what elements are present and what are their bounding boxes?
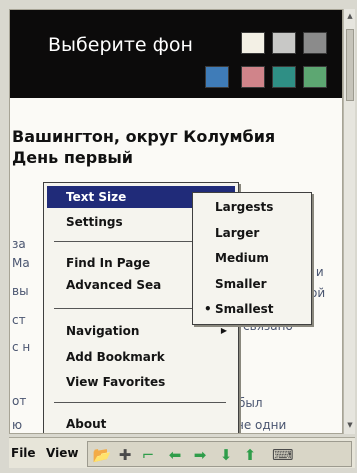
body-fragment: ой <box>310 286 326 300</box>
bottom-menubar: File View 📂 ✚ ⌐ ⬅ ➡ ⬇ ⬆ ⌨ <box>9 437 355 468</box>
plus-icon[interactable]: ✚ <box>115 445 135 465</box>
submenu-item-largest[interactable]: Largests <box>197 195 307 219</box>
body-fragment: вы <box>12 284 29 298</box>
body-fragment: ст <box>12 313 26 327</box>
menu-item-view-favorites[interactable]: View Favorites <box>47 371 235 393</box>
background-chooser: Выберите фон <box>10 10 342 98</box>
chooser-title: Выберите фон <box>48 34 193 56</box>
pda-screen: Выберите фон Вашингтон, округ Колумбия Д… <box>9 9 343 434</box>
swatch-3[interactable] <box>303 32 327 54</box>
scroll-up-icon[interactable]: ▲ <box>345 11 355 21</box>
submenu-item-label: Smaller <box>215 277 267 291</box>
menu-item-label: Add Bookmark <box>66 350 165 364</box>
swatch-6[interactable] <box>272 66 296 88</box>
menu-item-label: Settings <box>66 215 123 229</box>
menu-item-label: Navigation <box>66 324 140 338</box>
text-size-submenu: Largests Larger Medium Smaller • Smalles… <box>192 192 312 325</box>
menu-item-about[interactable]: About <box>47 413 235 433</box>
body-fragment: был <box>238 396 263 410</box>
folder-icon[interactable]: 📂 <box>92 445 112 465</box>
up-arrow-icon[interactable]: ⬆ <box>240 445 260 465</box>
body-fragment: ю <box>12 418 23 432</box>
menu-item-label: Advanced Sea <box>66 278 162 292</box>
headline-line-2: День первый <box>12 148 134 167</box>
swatch-2[interactable] <box>272 32 296 54</box>
article: Вашингтон, округ Колумбия День первый <box>12 126 342 168</box>
menu-item-add-bookmark[interactable]: Add Bookmark <box>47 346 235 368</box>
menu-divider <box>54 402 226 403</box>
view-menu-button[interactable]: View <box>46 446 78 460</box>
menu-item-label: Text Size <box>66 190 127 204</box>
menu-item-label: About <box>66 417 107 431</box>
submenu-item-label: Medium <box>215 251 269 265</box>
scroll-thumb[interactable] <box>346 29 354 101</box>
right-arrow-icon[interactable]: ➡ <box>190 445 210 465</box>
menu-item-label: View Favorites <box>66 375 166 389</box>
body-fragment: от <box>12 394 27 408</box>
submenu-item-smaller[interactable]: Smaller <box>197 272 307 296</box>
body-fragment: Ма <box>12 256 30 270</box>
swatch-5[interactable] <box>241 66 265 88</box>
swatch-7[interactable] <box>303 66 327 88</box>
left-arrow-icon[interactable]: ⬅ <box>165 445 185 465</box>
scroll-down-icon[interactable]: ▼ <box>345 420 355 430</box>
submenu-item-label: Smallest <box>215 302 274 316</box>
vertical-scrollbar[interactable]: ▲ ▼ <box>343 9 355 434</box>
submenu-item-smallest[interactable]: • Smallest <box>197 297 307 321</box>
submenu-item-label: Largests <box>215 200 274 214</box>
submenu-item-larger[interactable]: Larger <box>197 221 307 245</box>
headline-line-1: Вашингтон, округ Колумбия <box>12 127 276 146</box>
file-menu[interactable]: File <box>11 446 36 460</box>
down-arrow-icon[interactable]: ⬇ <box>216 445 236 465</box>
selected-bullet-icon: • <box>204 302 212 316</box>
phone-icon[interactable]: ⌐ <box>138 445 158 465</box>
submenu-item-label: Larger <box>215 226 260 240</box>
submenu-item-medium[interactable]: Medium <box>197 246 307 270</box>
body-fragment: с н <box>12 340 31 354</box>
body-fragment: за <box>12 237 26 251</box>
body-fragment: не одни <box>236 418 287 432</box>
swatch-4[interactable] <box>205 66 229 88</box>
menu-item-label: Find In Page <box>66 256 151 270</box>
toolbar: 📂 ✚ ⌐ ⬅ ➡ ⬇ ⬆ ⌨ <box>87 441 352 467</box>
keyboard-icon[interactable]: ⌨ <box>272 445 294 465</box>
swatch-1[interactable] <box>241 32 265 54</box>
